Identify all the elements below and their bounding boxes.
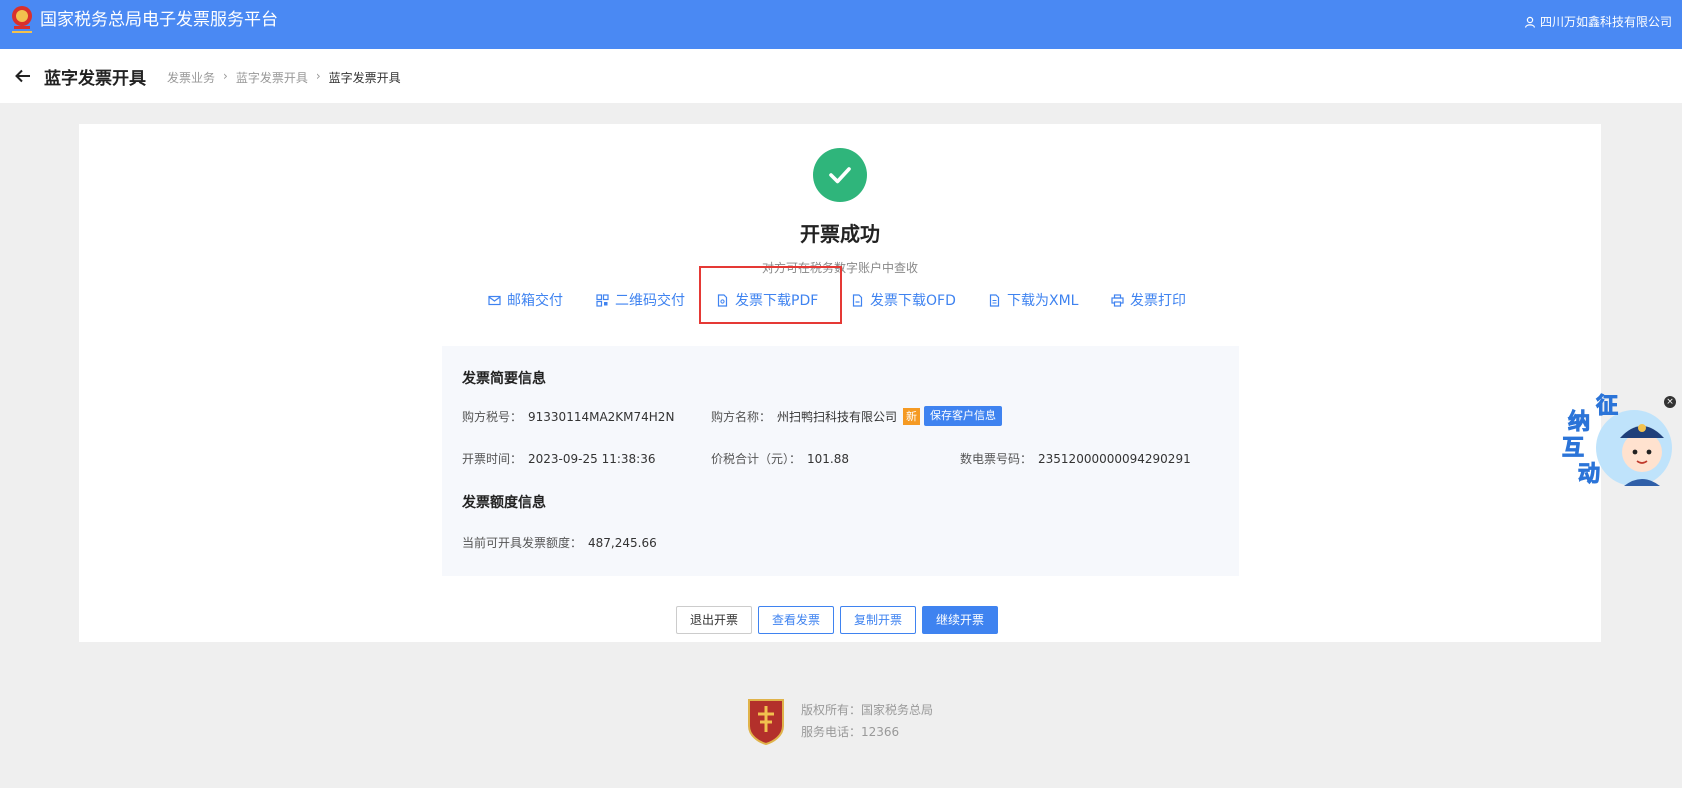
print-invoice-button[interactable]: 发票打印 bbox=[1111, 290, 1186, 310]
issue-time-value: 2023-09-25 11:38:36 bbox=[528, 452, 656, 466]
breadcrumb-separator-icon: › bbox=[315, 69, 321, 83]
page-title: 蓝字发票开具 bbox=[44, 69, 146, 89]
quota-field: 当前可开具发票额度： 487,245.66 bbox=[462, 534, 657, 551]
user-name: 四川万如鑫科技有限公司 bbox=[1539, 15, 1672, 29]
assistant-close-icon[interactable]: × bbox=[1664, 396, 1676, 408]
download-xml-label: 下载为XML bbox=[1007, 293, 1079, 309]
top-bar: 国家税务总局电子发票服务平台 四川万如鑫科技有限公司 bbox=[0, 0, 1682, 49]
tax-bureau-emblem-icon bbox=[748, 699, 784, 746]
buyer-name-field: 购方名称： 州扫鸭扫科技有限公司新保存客户信息 bbox=[711, 406, 1003, 426]
bottom-button-group: 退出开票 查看发票 复制开票 继续开票 bbox=[676, 606, 999, 634]
save-customer-button[interactable]: 保存客户信息 bbox=[924, 406, 1003, 426]
view-invoice-button[interactable]: 查看发票 bbox=[758, 606, 835, 634]
print-invoice-label: 发票打印 bbox=[1130, 293, 1186, 309]
assistant-char: 动 bbox=[1577, 462, 1601, 488]
highlight-annotation-box bbox=[699, 266, 842, 324]
invoice-number-value: 23512000000094290291 bbox=[1038, 452, 1191, 466]
qrcode-delivery-label: 二维码交付 bbox=[615, 293, 685, 309]
total-amount-label: 价税合计（元）： bbox=[711, 452, 802, 466]
quota-value: 487,245.66 bbox=[588, 536, 657, 550]
email-delivery-button[interactable]: 邮箱交付 bbox=[488, 290, 563, 310]
assistant-char: 征 bbox=[1595, 394, 1619, 420]
invoice-info-panel: 发票简要信息 购方税号： 91330114MA2KM74H2N 购方名称： 州扫鸭扫… bbox=[442, 346, 1239, 576]
download-ofd-label: 发票下载OFD bbox=[870, 293, 956, 309]
buyer-name-label: 购方名称： bbox=[711, 409, 772, 424]
assistant-char: 互 bbox=[1561, 436, 1585, 462]
interactive-assistant-widget[interactable]: 征 纳 互 动 × bbox=[1558, 390, 1676, 500]
ofd-file-icon bbox=[852, 293, 863, 307]
buyer-tax-label: 购方税号： bbox=[462, 410, 523, 424]
tax-emblem-icon bbox=[12, 6, 32, 33]
printer-icon bbox=[1111, 293, 1124, 307]
download-ofd-button[interactable]: 发票下载OFD bbox=[851, 290, 956, 310]
service-phone-text: 服务电话：12366 bbox=[801, 725, 900, 739]
user-account[interactable]: 四川万如鑫科技有限公司 bbox=[1524, 13, 1672, 30]
invoice-number-label: 数电票号码： bbox=[960, 452, 1033, 466]
assistant-char: 纳 bbox=[1567, 410, 1591, 436]
breadcrumb-current: 蓝字发票开具 bbox=[328, 71, 401, 85]
quota-section-title: 发票额度信息 bbox=[462, 495, 546, 511]
buyer-name-value: 州扫鸭扫科技有限公司 bbox=[777, 409, 898, 424]
success-title: 开票成功 bbox=[800, 222, 880, 246]
quota-label: 当前可开具发票额度： bbox=[462, 536, 583, 550]
total-amount-field: 价税合计（元）： 101.88 bbox=[711, 450, 849, 467]
footer: 版权所有：国家税务总局 服务电话：12366 bbox=[745, 696, 933, 746]
assistant-label: 征 纳 互 动 bbox=[1558, 390, 1674, 500]
invoice-number-field: 数电票号码： 23512000000094290291 bbox=[960, 450, 1191, 467]
qrcode-delivery-button[interactable]: 二维码交付 bbox=[596, 290, 685, 310]
buyer-tax-field: 购方税号： 91330114MA2KM74H2N bbox=[462, 408, 674, 425]
app-title: 国家税务总局电子发票服务平台 bbox=[40, 10, 278, 30]
mail-icon bbox=[488, 295, 501, 305]
back-arrow-icon[interactable] bbox=[14, 67, 32, 85]
breadcrumb-separator-icon: › bbox=[223, 69, 228, 83]
xml-file-icon bbox=[989, 293, 1000, 307]
exit-issuing-button[interactable]: 退出开票 bbox=[676, 606, 753, 634]
page-header: 蓝字发票开具 发票业务 › 蓝字发票开具 › 蓝字发票开具 bbox=[0, 49, 1682, 103]
qrcode-icon bbox=[596, 293, 609, 307]
success-check-icon bbox=[813, 148, 867, 202]
breadcrumb-item[interactable]: 蓝字发票开具 bbox=[236, 69, 308, 86]
footer-text: 版权所有：国家税务总局 服务电话：12366 bbox=[801, 699, 933, 743]
new-badge: 新 bbox=[903, 407, 921, 425]
download-xml-button[interactable]: 下载为XML bbox=[988, 290, 1078, 310]
issue-time-label: 开票时间： bbox=[462, 452, 523, 466]
summary-section-title: 发票简要信息 bbox=[462, 371, 546, 387]
continue-issuing-button[interactable]: 继续开票 bbox=[922, 606, 999, 634]
breadcrumb: 发票业务 › 蓝字发票开具 › 蓝字发票开具 bbox=[167, 69, 401, 86]
breadcrumb-item[interactable]: 发票业务 bbox=[167, 69, 215, 86]
user-icon bbox=[1524, 16, 1536, 28]
email-delivery-label: 邮箱交付 bbox=[507, 293, 563, 309]
copyright-text: 版权所有：国家税务总局 bbox=[801, 703, 934, 717]
buyer-tax-value: 91330114MA2KM74H2N bbox=[528, 410, 675, 424]
total-amount-value: 101.88 bbox=[807, 452, 850, 466]
issue-time-field: 开票时间： 2023-09-25 11:38:36 bbox=[462, 450, 655, 467]
copy-issuing-button[interactable]: 复制开票 bbox=[840, 606, 917, 634]
